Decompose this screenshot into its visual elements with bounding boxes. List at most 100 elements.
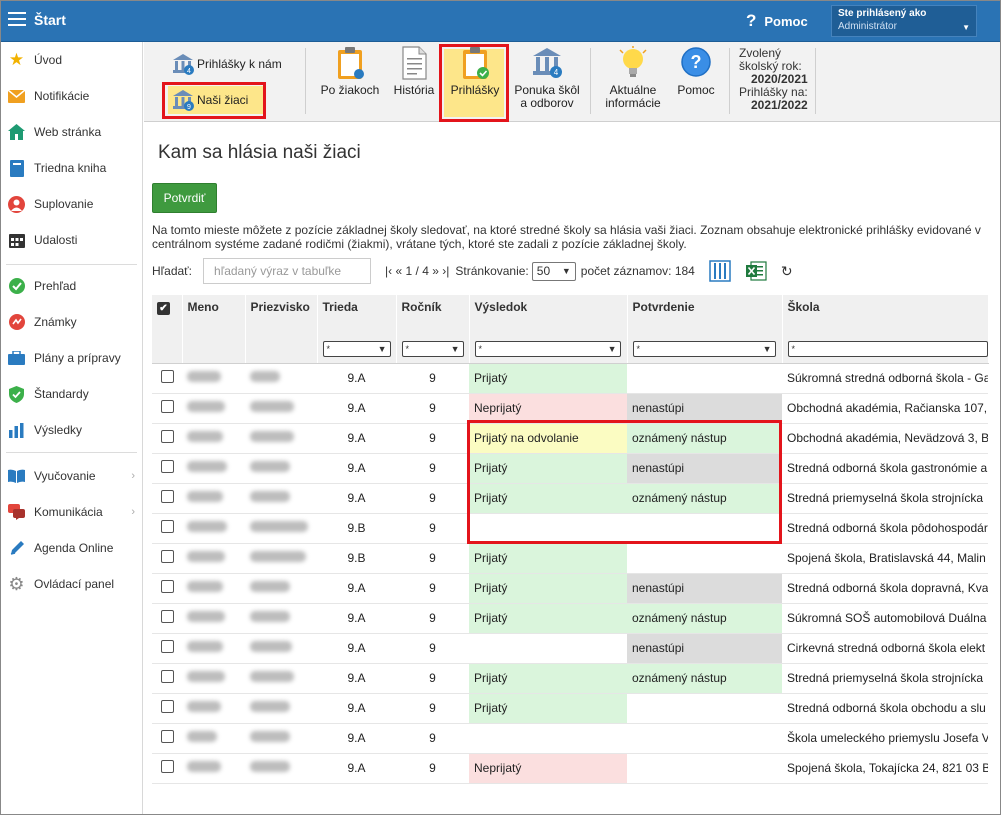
apps-value: 2021/2022 [750,98,808,112]
potvrdenie-cell: oznámený nástup [627,663,782,694]
table-row[interactable]: 9.B 9 Prijatý Spojená škola, Bratislavská 4… [152,543,988,574]
menu-icon[interactable] [8,12,26,26]
column-header-priezvisko[interactable]: Priezvisko [245,295,318,364]
ribbon-divider [815,48,816,114]
potvrdenie-filter-select[interactable]: * ▼ [632,340,776,357]
user-menu[interactable]: Ste prihlásený ako Administrátor ▼ [831,5,977,37]
sidebar-item-prehlad[interactable]: Prehľad [0,271,143,301]
sidebar-item-notifikacie[interactable]: Notifikácie [0,81,143,111]
next-page-button[interactable]: » [432,264,439,278]
row-checkbox[interactable] [160,460,174,473]
select-all-checkbox[interactable]: ✔ [157,302,170,315]
sidebar-item-vyucovanie[interactable]: Vyučovanie › [0,461,143,491]
skola-filter-input[interactable]: * [787,340,988,357]
table-row[interactable]: 9.A 9 Prijatý oznámený nástup Stredná priemy… [152,663,988,694]
table-row[interactable]: 9.A 9 Prijatý Súkromná stredná odborná škol… [152,363,988,394]
row-checkbox[interactable] [160,700,174,713]
row-checkbox[interactable] [160,430,174,443]
sidebar-item-triedna-kniha[interactable]: Triedna kniha [0,153,143,183]
prihlasky-k-nam-button[interactable]: 4 Prihlášky k nám [172,53,282,75]
rocnik-filter-select[interactable]: * ▼ [401,340,464,357]
priezvisko-cell [245,393,317,424]
ponuka-skol-button[interactable]: 4 Ponuka škôl a odborov [512,46,582,110]
column-header-meno[interactable]: Meno [182,295,246,364]
help-label: Pomoc [764,13,808,29]
page-size-value: 50 [536,264,551,278]
help-link[interactable]: ? Pomoc [746,11,808,31]
rocnik-cell: 9 [396,753,469,784]
column-header-label: Ročník [401,300,442,314]
row-checkbox[interactable] [160,730,174,743]
sidebar-item-uvod[interactable]: ★ Úvod [0,45,143,75]
table-row[interactable]: 9.A 9 nenastúpi Cirkevná stredná odborná šk… [152,633,988,664]
chevron-down-icon: ▼ [962,23,970,32]
page-size-select[interactable]: 50 ▼ [531,261,576,281]
annotation-box [162,82,266,119]
redacted-name [187,581,223,592]
sidebar-item-znamky[interactable]: Známky [0,307,143,337]
confirm-button[interactable]: Potvrdiť [152,183,217,213]
columns-icon[interactable] [709,260,731,282]
row-checkbox[interactable] [160,490,174,503]
refresh-icon[interactable]: ↻ [781,263,793,280]
table-row[interactable]: 9.A 9 Prijatý nenastúpi Stredná odborná škol… [152,573,988,604]
sidebar-item-label: Ovládací panel [34,577,115,591]
row-checkbox[interactable] [160,550,174,563]
sidebar-item-label: Plány a prípravy [34,351,121,365]
row-select-cell [152,663,182,694]
column-header-rocnik[interactable]: Ročník * ▼ [396,295,470,364]
priezvisko-cell [245,663,317,694]
trieda-cell: 9.A [317,483,396,514]
column-header-trieda[interactable]: Trieda * ▼ [317,295,397,364]
first-page-button[interactable]: |‹ [385,264,392,278]
meno-cell [182,423,245,454]
sidebar-item-web[interactable]: Web stránka [0,117,143,147]
trieda-filter-select[interactable]: * ▼ [322,340,391,357]
rocnik-cell: 9 [396,393,469,424]
search-input[interactable]: hľadaný výraz v tabuľke [203,258,372,284]
vysledok-filter-select[interactable]: * ▼ [474,340,621,357]
column-header-potvrdenie[interactable]: Potvrdenie * ▼ [627,295,783,364]
skola-cell: Obchodná akadémia, Nevädzová 3, B [782,423,988,454]
column-header-vysledok[interactable]: Výsledok * ▼ [469,295,628,364]
app-title[interactable]: Štart [34,12,66,28]
row-select-cell [152,573,182,604]
sidebar-item-komunikacia[interactable]: Komunikácia › [0,497,143,527]
trieda-cell: 9.A [317,693,396,724]
row-checkbox[interactable] [160,640,174,653]
redacted-name [187,401,225,412]
prev-page-button[interactable]: « [396,264,403,278]
row-checkbox[interactable] [160,580,174,593]
filter-value: * [478,343,483,354]
table-row[interactable]: 9.A 9 Neprijatý nenastúpi Obchodná akadémia,… [152,393,988,424]
historia-button[interactable]: História [390,46,438,97]
vysledok-cell: Prijatý [469,663,627,694]
table-row[interactable]: 9.A 9 Škola umeleckého priemyslu Josefa V [152,723,988,754]
aktualne-informacie-button[interactable]: Aktuálne informácie [600,46,666,110]
pomoc-button[interactable]: ? Pomoc [674,46,718,97]
last-page-button[interactable]: ›| [442,264,449,278]
trieda-cell: 9.A [317,723,396,754]
row-checkbox[interactable] [160,610,174,623]
row-checkbox[interactable] [160,370,174,383]
shield-check-icon [8,385,25,403]
sidebar-item-ovladaci-panel[interactable]: ⚙ Ovládací panel [0,569,143,599]
row-checkbox[interactable] [160,670,174,683]
table-row[interactable]: 9.A 9 Neprijatý Spojená škola, Tokajícka 24… [152,753,988,784]
sidebar-item-udalosti[interactable]: Udalosti [0,225,143,255]
sidebar-item-suplovanie[interactable]: Suplovanie [0,189,143,219]
sidebar-item-vysledky[interactable]: Výsledky [0,415,143,445]
po-ziakoch-button[interactable]: Po žiakoch [319,46,381,97]
column-header-skola[interactable]: Škola * [782,295,989,364]
sidebar-item-plany[interactable]: Plány a prípravy [0,343,143,373]
row-checkbox[interactable] [160,520,174,533]
row-checkbox[interactable] [160,760,174,773]
table-row[interactable]: 9.A 9 Prijatý Stredná odborná škola obchodu… [152,693,988,724]
excel-export-icon[interactable] [745,260,767,282]
sidebar-item-agenda[interactable]: Agenda Online [0,533,143,563]
row-checkbox[interactable] [160,400,174,413]
skola-cell: Stredná odborná škola dopravná, Kva [782,573,988,604]
sidebar-item-standardy[interactable]: Štandardy [0,379,143,409]
table-row[interactable]: 9.A 9 Prijatý oznámený nástup Súkromná SOŠ a… [152,603,988,634]
potvrdenie-cell: oznámený nástup [627,603,782,634]
